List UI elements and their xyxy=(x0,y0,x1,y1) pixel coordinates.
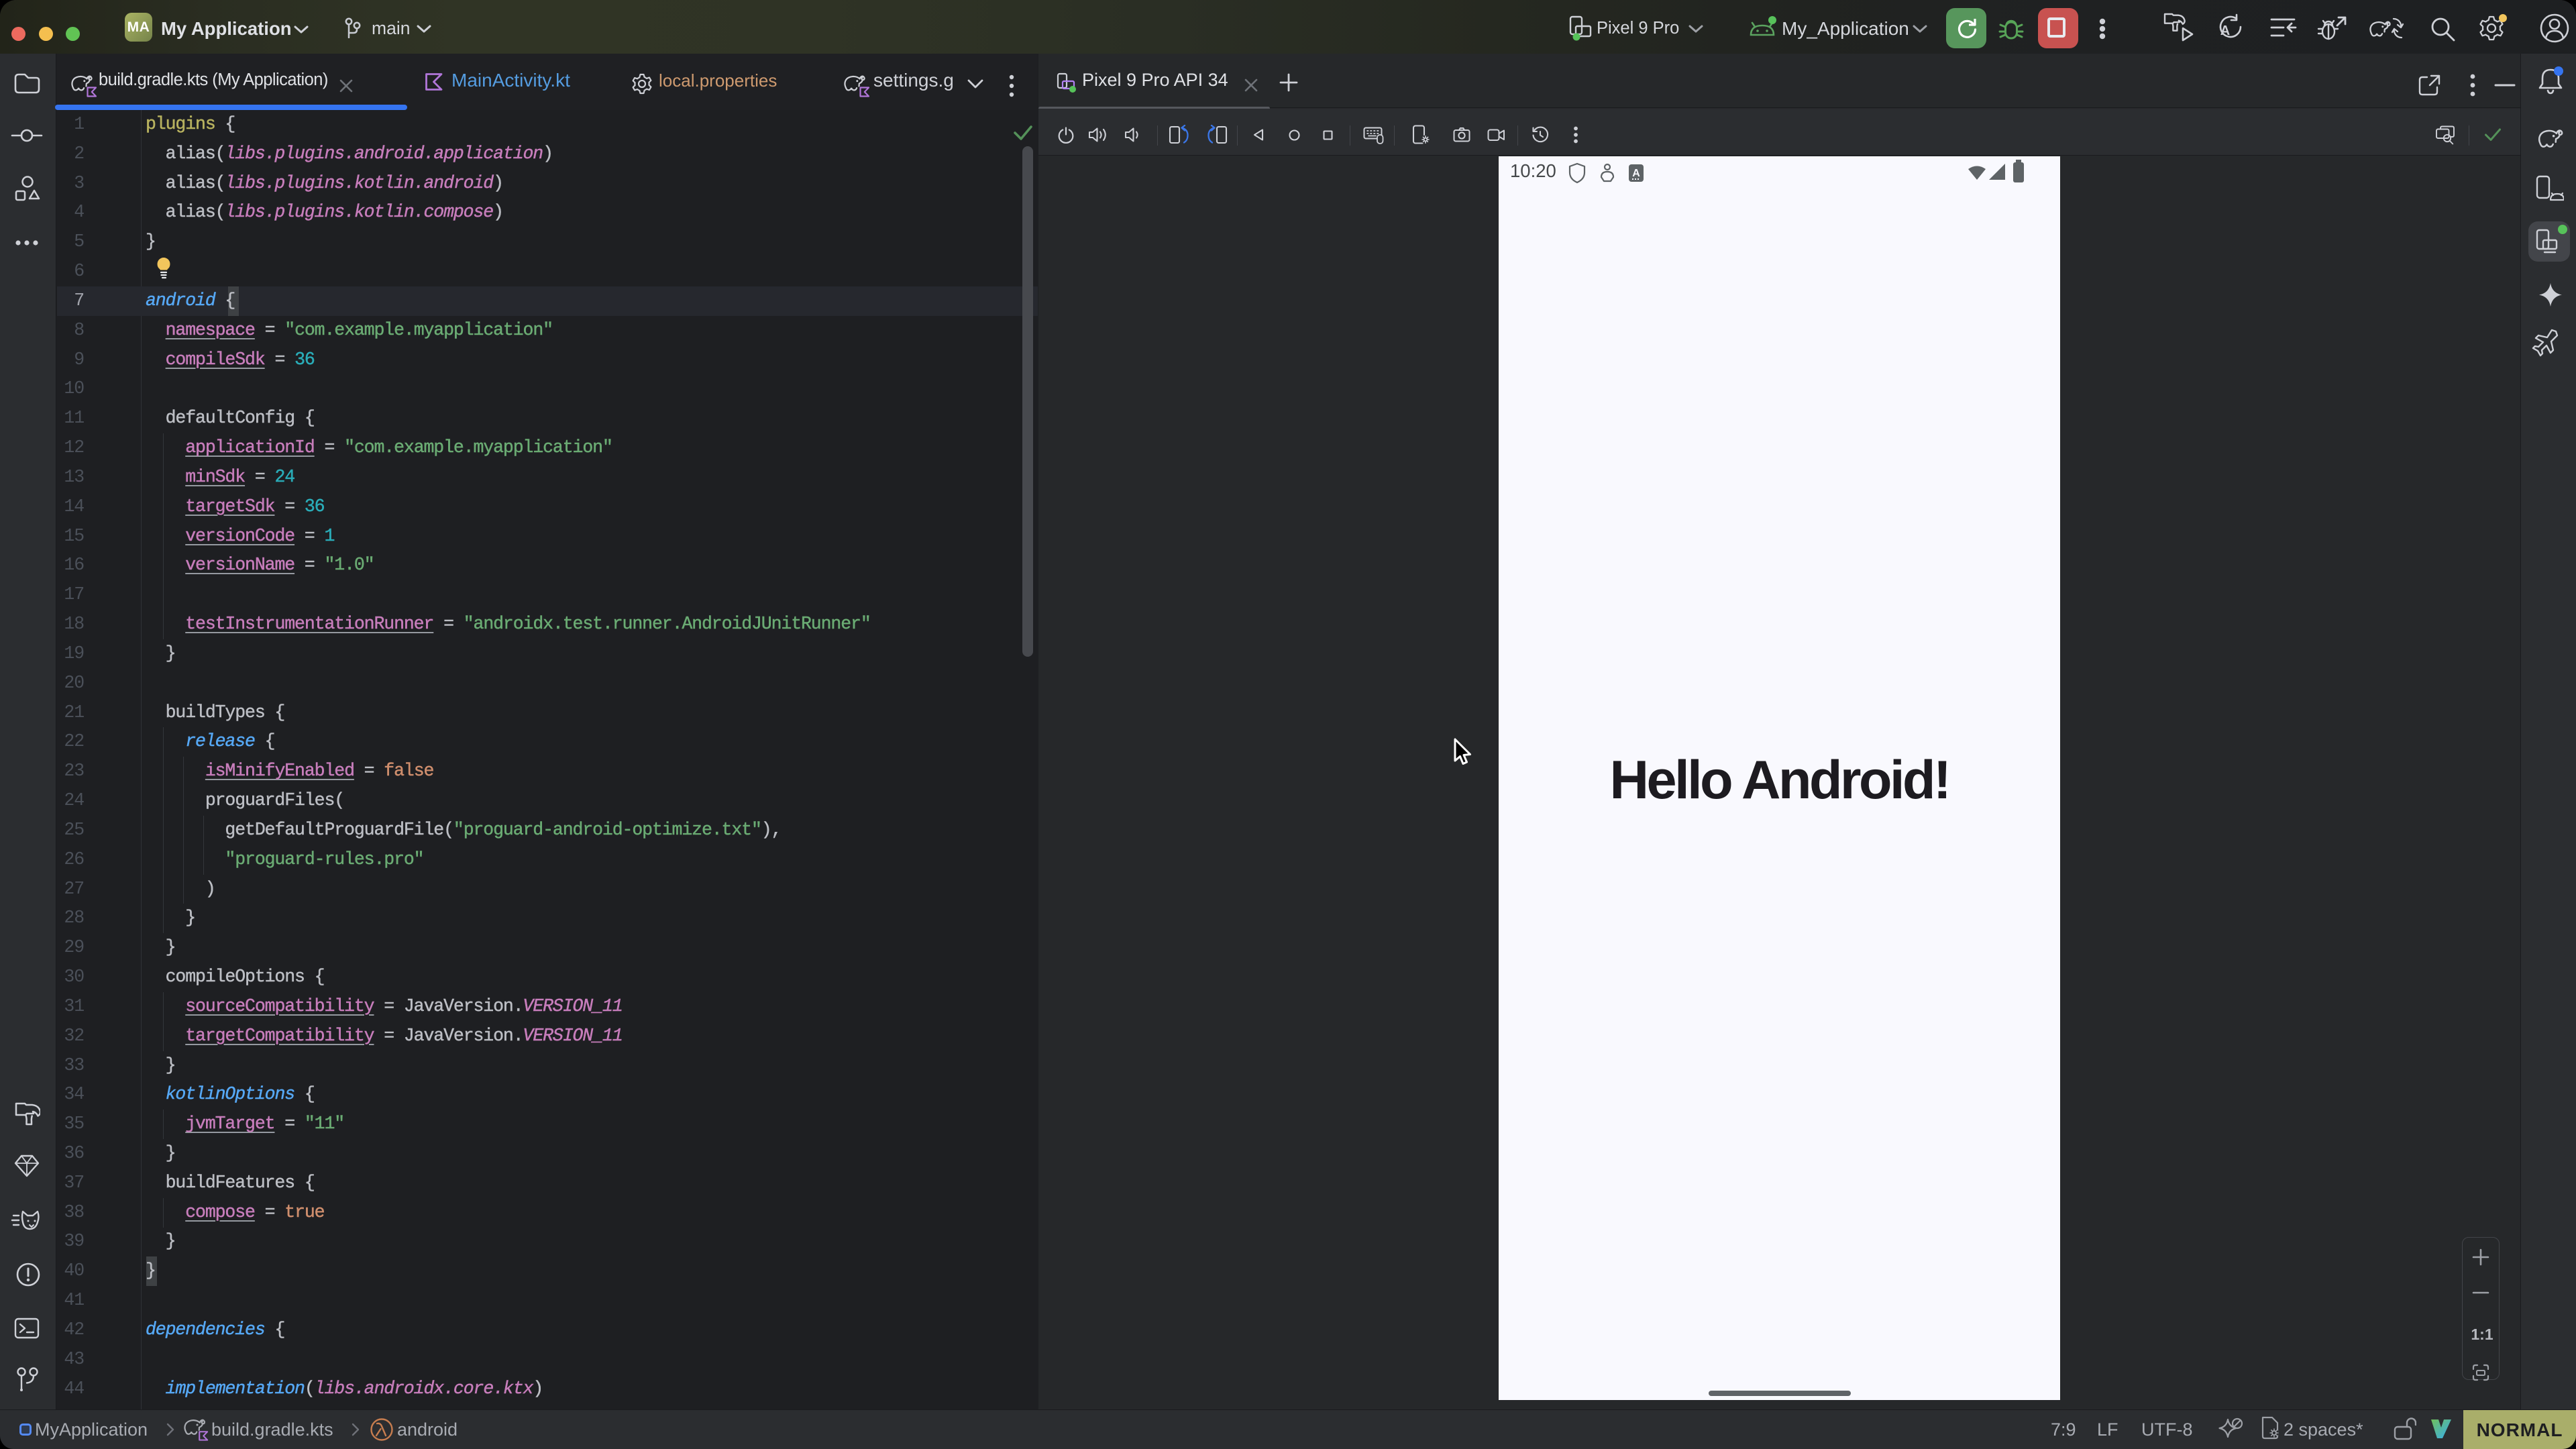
svg-text:A: A xyxy=(2220,23,2230,38)
svg-text:A: A xyxy=(1632,168,1640,179)
